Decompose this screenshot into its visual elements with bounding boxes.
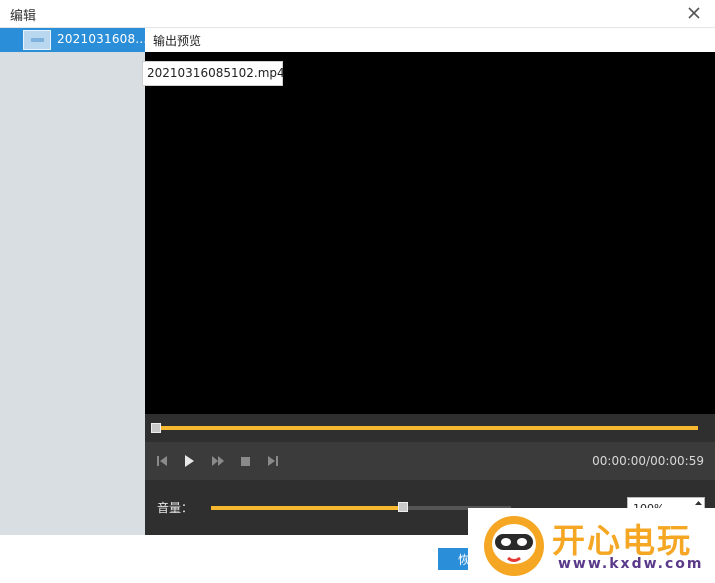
video-preview[interactable]	[145, 52, 715, 414]
progress-bar-area	[145, 414, 715, 442]
file-list-item[interactable]: 2021031608...	[0, 28, 148, 52]
skip-previous-icon[interactable]	[154, 453, 170, 469]
volume-label: 音量：	[157, 501, 194, 515]
progress-fill	[155, 426, 698, 430]
progress-handle[interactable]	[151, 423, 161, 433]
title-bar: 编辑	[0, 0, 715, 28]
progress-track[interactable]	[155, 426, 698, 430]
close-icon[interactable]	[683, 2, 705, 24]
preview-tabbar: 输出预览	[145, 28, 715, 52]
tab-output-preview[interactable]: 输出预览	[153, 32, 201, 49]
stop-icon[interactable]	[238, 453, 254, 469]
window-title: 编辑	[10, 9, 37, 24]
watermark: 开心电玩 www.kxdw.com	[468, 508, 715, 583]
skip-next-icon[interactable]	[265, 453, 281, 469]
watermark-url: www.kxdw.com	[558, 556, 704, 572]
fast-forward-icon[interactable]	[210, 453, 226, 469]
video-thumbnail	[23, 30, 51, 50]
filename-tooltip: 20210316085102.mp4	[142, 61, 285, 86]
play-icon[interactable]	[181, 453, 197, 469]
volume-fill	[211, 506, 403, 510]
mascot-logo-icon	[480, 512, 548, 580]
timecode: 00:00:00/00:00:59	[592, 454, 704, 468]
file-list-item-label: 2021031608...	[57, 32, 148, 46]
watermark-brand: 开心电玩	[552, 521, 692, 560]
playback-controls: 00:00:00/00:00:59	[145, 442, 715, 480]
volume-handle[interactable]	[398, 502, 408, 512]
volume-track[interactable]	[211, 506, 511, 510]
file-list-sidebar: 2021031608...	[0, 28, 148, 535]
